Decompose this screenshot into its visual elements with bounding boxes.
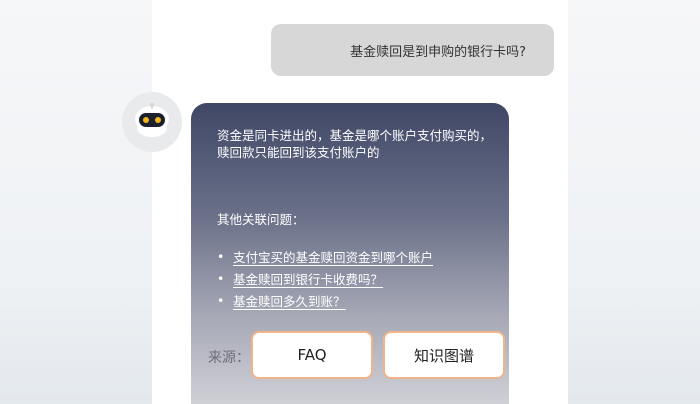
background-left [0, 0, 152, 404]
bot-answer: 资金是同卡进出的，基金是哪个账户支付购买的， 赎回款只能回到该支付账户的 [217, 127, 497, 161]
background-right [568, 0, 700, 404]
related-questions-title: 其他关联问题： [217, 212, 305, 227]
answer-line-2: 赎回款只能回到该支付账户的 [217, 145, 380, 160]
related-questions-list: • 支付宝买的基金赎回资金到哪个账户 • 基金赎回到银行卡收费吗？ • 基金赎回… [217, 245, 433, 311]
bullet-dot: • [217, 248, 225, 264]
answer-line-1: 资金是同卡进出的，基金是哪个账户支付购买的， [217, 128, 493, 143]
bullet-dot: • [217, 270, 225, 286]
bot-message-bubble: 资金是同卡进出的，基金是哪个账户支付购买的， 赎回款只能回到该支付账户的 其他关… [191, 103, 509, 404]
related-question-link[interactable]: 基金赎回到银行卡收费吗？ [233, 269, 383, 288]
list-item: • 基金赎回到银行卡收费吗？ [217, 267, 433, 289]
list-item: • 基金赎回多久到账？ [217, 289, 433, 311]
user-message-bubble: 基金赎回是到申购的银行卡吗? [271, 24, 554, 76]
robot-icon [135, 102, 169, 137]
related-question-link[interactable]: 支付宝买的基金赎回资金到哪个账户 [233, 247, 433, 266]
knowledge-graph-source-button[interactable]: 知识图谱 [383, 331, 505, 379]
bot-avatar [122, 92, 182, 152]
bullet-dot: • [217, 292, 225, 308]
list-item: • 支付宝买的基金赎回资金到哪个账户 [217, 245, 433, 267]
user-message-text: 基金赎回是到申购的银行卡吗? [350, 44, 526, 60]
related-question-link[interactable]: 基金赎回多久到账？ [233, 291, 346, 310]
source-label: 来源： [208, 350, 250, 366]
faq-source-button[interactable]: FAQ [251, 331, 373, 379]
